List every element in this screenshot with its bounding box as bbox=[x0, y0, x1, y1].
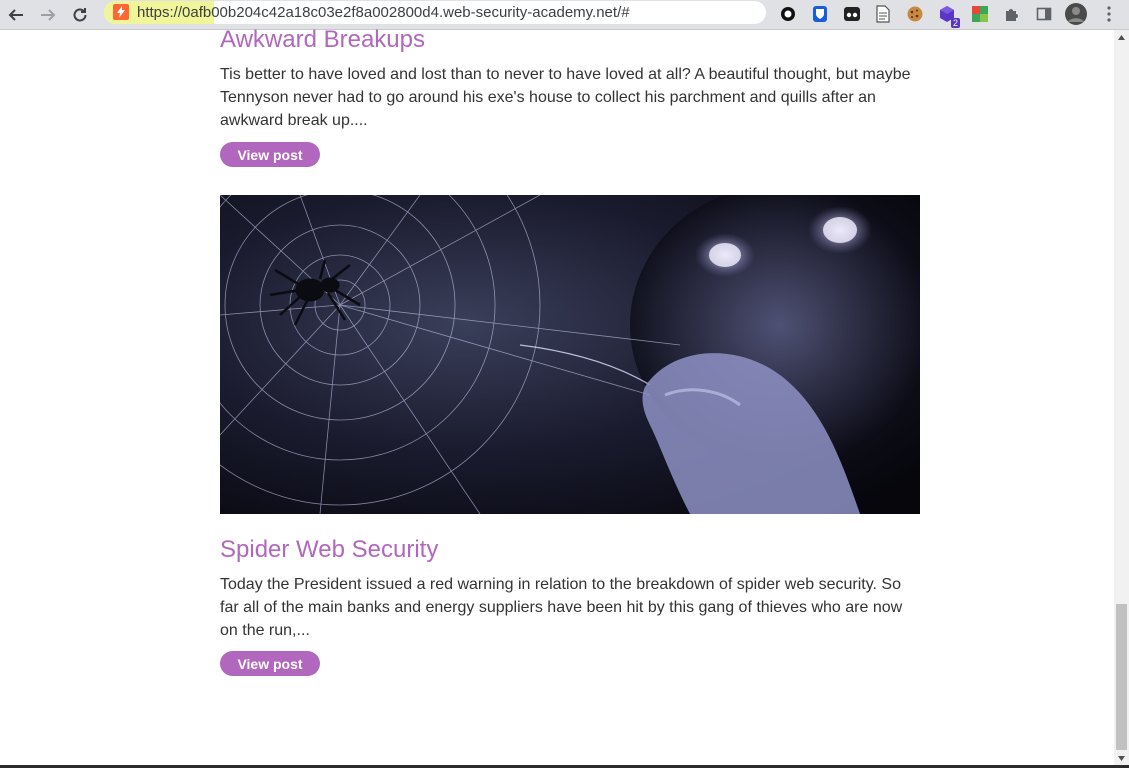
url-text: https://0afb00b204c42a18c03e2f8a002800d4… bbox=[137, 4, 630, 21]
view-post-button[interactable]: View post bbox=[220, 142, 320, 167]
post-excerpt: Tis better to have loved and lost than t… bbox=[220, 66, 911, 129]
scrollbar-thumb[interactable] bbox=[1116, 604, 1127, 750]
cookie-extension-icon[interactable] bbox=[904, 3, 926, 25]
grid-extension-icon[interactable] bbox=[969, 3, 991, 25]
profile-avatar[interactable] bbox=[1065, 3, 1087, 25]
site-favicon-icon bbox=[113, 4, 129, 20]
reload-icon bbox=[73, 8, 87, 22]
spider-web-illustration bbox=[220, 195, 920, 514]
document-extension-icon[interactable] bbox=[872, 3, 894, 25]
puzzle-extensions-icon[interactable] bbox=[1001, 3, 1023, 25]
extension-badge: 2 bbox=[950, 18, 960, 28]
forward-button[interactable] bbox=[36, 3, 60, 27]
scroll-up-arrow-icon[interactable] bbox=[1114, 30, 1129, 44]
sidepanel-icon[interactable] bbox=[1033, 3, 1055, 25]
circle-extension-icon[interactable] bbox=[777, 3, 799, 25]
ghost-extension-icon[interactable] bbox=[841, 3, 863, 25]
back-button[interactable] bbox=[4, 3, 28, 27]
post-excerpt: Today the President issued a red warning… bbox=[220, 576, 903, 639]
shield-extension-icon[interactable] bbox=[809, 3, 831, 25]
forward-arrow-icon bbox=[41, 9, 56, 21]
cube-extension-icon[interactable]: 2 bbox=[936, 3, 960, 28]
kebab-menu-icon[interactable] bbox=[1098, 3, 1120, 25]
post-title[interactable]: Spider Web Security bbox=[220, 536, 438, 564]
browser-toolbar: https://0afb00b204c42a18c03e2f8a002800d4… bbox=[0, 0, 1129, 30]
post-title[interactable]: Awkward Breakups bbox=[220, 26, 425, 54]
spider-web-image[interactable] bbox=[220, 195, 920, 514]
view-post-button[interactable]: View post bbox=[220, 651, 320, 676]
page-scrollbar[interactable] bbox=[1114, 30, 1129, 765]
back-arrow-icon bbox=[8, 9, 23, 21]
address-bar[interactable]: https://0afb00b204c42a18c03e2f8a002800d4… bbox=[104, 1, 766, 24]
reload-button[interactable] bbox=[68, 3, 92, 27]
scroll-down-arrow-icon[interactable] bbox=[1114, 751, 1129, 765]
